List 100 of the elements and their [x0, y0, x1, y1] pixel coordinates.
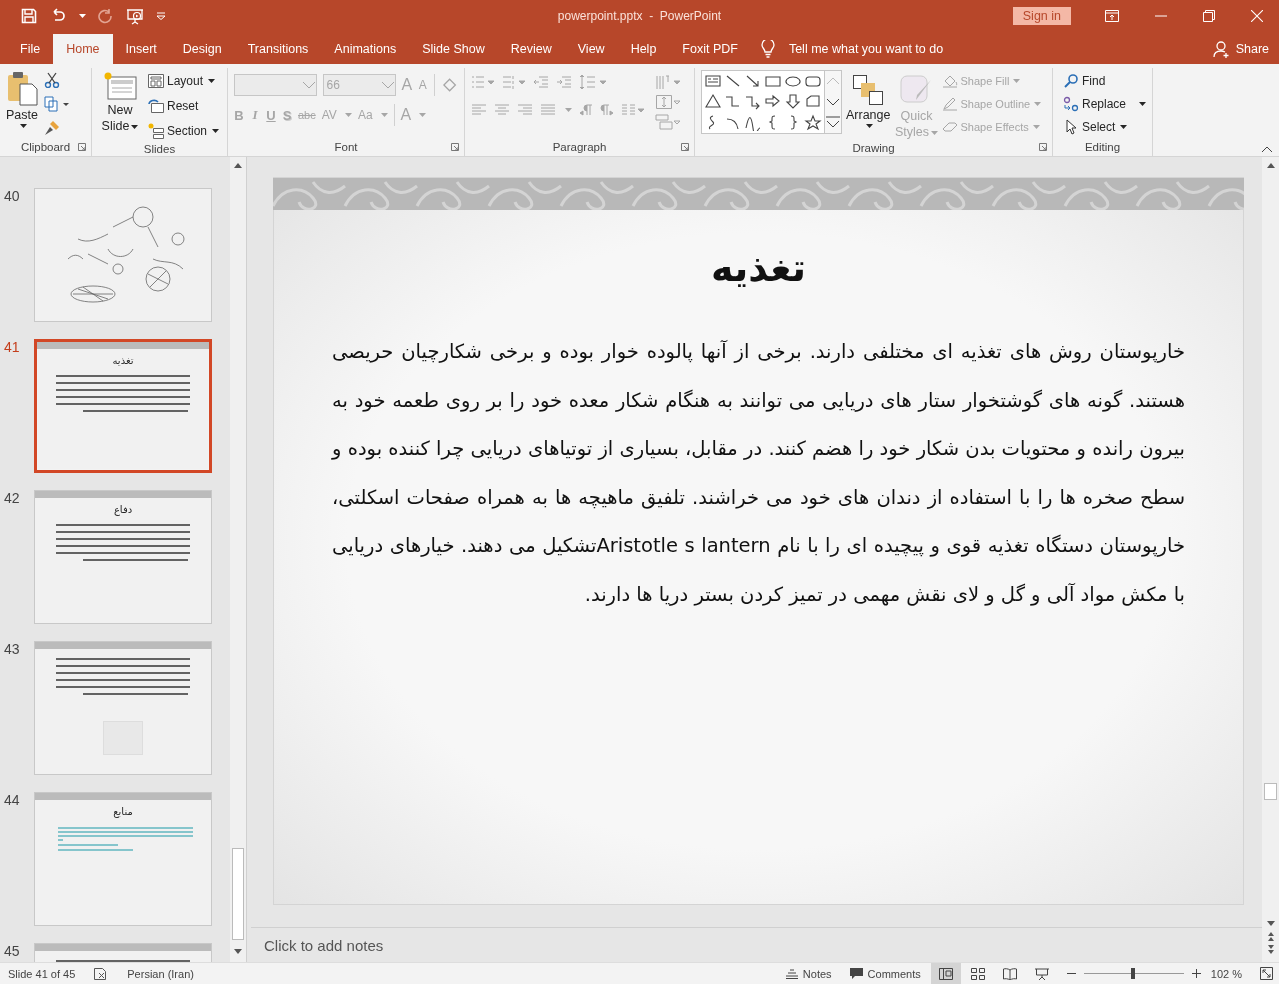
caret-icon: [865, 124, 873, 128]
ribbon-tab[interactable]: Transitions: [234, 34, 322, 64]
presentation-screen-icon[interactable]: [126, 7, 144, 25]
fit-to-window-icon[interactable]: [1260, 967, 1273, 980]
paint-bucket-icon: [942, 73, 959, 88]
ribbon-tab[interactable]: Help: [617, 34, 670, 64]
caret-icon: [1013, 78, 1021, 83]
copy-icon[interactable]: [44, 96, 70, 112]
clipboard-icon: [6, 70, 38, 106]
save-icon[interactable]: [21, 8, 37, 24]
ribbon-tab[interactable]: Insert: [112, 34, 170, 64]
caret-icon: [131, 124, 139, 129]
caret-icon: [931, 130, 938, 135]
scroll-down-icon[interactable]: [232, 946, 244, 956]
slide-title[interactable]: تغذیه: [711, 246, 806, 290]
slide-thumbnail[interactable]: تغذیه: [34, 339, 212, 473]
zoom-level[interactable]: 102 %: [1210, 967, 1242, 980]
arrow-line-icon[interactable]: [744, 73, 762, 90]
layout-button[interactable]: Layout: [148, 70, 220, 91]
more-icon[interactable]: [825, 115, 841, 130]
elbow-arrow-icon[interactable]: [744, 93, 762, 111]
slide-thumbnail[interactable]: [34, 641, 212, 775]
caret-icon: [344, 113, 352, 117]
scissors-icon[interactable]: [44, 72, 60, 88]
close-icon[interactable]: [1251, 10, 1263, 22]
lightbulb-icon: [760, 40, 775, 58]
dialog-launcher-icon[interactable]: [78, 143, 86, 151]
normal-view-button[interactable]: [930, 963, 961, 984]
normal-view-icon: [938, 967, 953, 980]
section-button[interactable]: Section: [148, 120, 220, 141]
group-label: Drawing: [852, 142, 895, 154]
ribbon-tab[interactable]: Home: [53, 34, 113, 64]
ribbon-display-options-icon[interactable]: [1105, 10, 1119, 22]
slide-thumbnail[interactable]: [34, 188, 212, 322]
dialog-launcher-icon[interactable]: [451, 143, 459, 151]
notes-lines-icon: [785, 968, 798, 979]
restore-icon[interactable]: [1203, 10, 1215, 22]
scroll-down-icon[interactable]: [1264, 918, 1277, 928]
paste-button[interactable]: Paste: [6, 70, 38, 137]
select-button[interactable]: Select: [1063, 116, 1146, 137]
caret-icon: [565, 108, 572, 112]
ribbon-tab[interactable]: Animations: [321, 34, 410, 64]
down-arrow-icon[interactable]: [784, 93, 802, 111]
arrange-shapes-icon: [852, 74, 885, 106]
share-button[interactable]: Share: [1212, 34, 1279, 64]
customize-caret-icon[interactable]: [156, 12, 166, 20]
person-add-icon: [1212, 40, 1231, 58]
slide-thumbnail[interactable]: دفاع: [34, 490, 212, 624]
redo-icon[interactable]: [98, 8, 114, 24]
caret-icon: [380, 113, 388, 117]
group-label: Paragraph: [552, 140, 607, 153]
comments-button[interactable]: Comments: [849, 967, 921, 980]
new-slide-icon: [102, 70, 138, 100]
scroll-up-icon[interactable]: [1264, 161, 1277, 171]
scroll-up-icon[interactable]: [232, 161, 244, 171]
language-indicator[interactable]: Persian (Iran): [127, 967, 194, 980]
sign-in-button[interactable]: Sign in: [1012, 7, 1071, 25]
layout-icon: [148, 73, 164, 88]
speech-bubble-icon: [849, 967, 863, 980]
scrollbar-thumb[interactable]: [232, 848, 244, 940]
find-button[interactable]: Find: [1063, 70, 1146, 91]
triangle-icon[interactable]: [704, 93, 722, 111]
zoom-slider[interactable]: [1083, 968, 1184, 979]
notes-button[interactable]: Notes: [785, 967, 832, 980]
shapes-gallery[interactable]: [701, 70, 842, 134]
slide-thumbnail-title: تغذیه: [112, 355, 134, 366]
reset-button[interactable]: Reset: [148, 95, 220, 116]
star-icon[interactable]: [804, 113, 822, 131]
dialog-launcher-icon[interactable]: [681, 143, 689, 151]
group-label: Font: [334, 140, 358, 153]
replace-button[interactable]: Replace: [1063, 93, 1146, 114]
caret-icon: [208, 78, 216, 83]
ribbon-tab[interactable]: Foxit PDF: [669, 34, 751, 64]
group-label: Editing: [1084, 140, 1121, 153]
ribbon-tab[interactable]: View: [564, 34, 618, 64]
caret-icon: [212, 128, 220, 133]
paintbrush-icon[interactable]: [44, 120, 60, 136]
slide-body-text[interactable]: خارپوستان روش های تغذیه ای مختلفی دارند. برخی از آنها پالوده خوار بوده و برخی شکارچیان حریصی هستند. گونه های گوشتخوار ستار های دریایی می توانند به هنگام شکار معده خود را بر روی طعمه خود به بیرون رانده و محتویات بدن شکار خود را هضم کنند. در مقابل، بسیاری از توتیاهای دریایی چرا کننده بوده و سطح صخره ها را با استفاده از دندان های خود می خراشند. تلفیق ماهیچه ها به همراه صفحات اسکلتی، خارپوستان دستگاه تغذیه قوی و پیچیده ای را با نام Aristotle s lanternتشکیل می دهند. خیارهای دریایی با مکش مواد آلی و گل و لای نقش مهمی در تمیز کردن بستر دریا ها دارند.: [332, 328, 1185, 619]
cursor-icon: [1063, 118, 1079, 135]
arrange-button[interactable]: Arrange: [846, 70, 891, 140]
zoom-in-icon[interactable]: [1191, 969, 1201, 978]
ribbon-tab[interactable]: Review: [497, 34, 565, 64]
window-title: powerpoint.pptx - PowerPoint: [557, 9, 722, 23]
tell-me-search-field[interactable]: Tell me what you want to do: [786, 41, 981, 57]
group-label: Slides: [143, 142, 176, 155]
ribbon-tab[interactable]: Design: [169, 34, 235, 64]
ribbon-tab[interactable]: Slide Show: [409, 34, 498, 64]
caret-icon: [19, 124, 27, 128]
notes-field[interactable]: Click to add notes: [262, 935, 566, 955]
slide-thumbnail[interactable]: منابع: [34, 792, 212, 926]
caret-icon: [1139, 101, 1146, 106]
ribbon-tab[interactable]: File: [7, 34, 54, 64]
chevron-down-icon: [301, 81, 316, 89]
caret-icon: [1034, 101, 1042, 106]
caret-icon[interactable]: [79, 14, 86, 18]
new-slide-button[interactable]: New Slide: [98, 70, 142, 141]
collapse-ribbon-icon[interactable]: [1261, 146, 1273, 153]
section-icon: [148, 122, 164, 139]
dialog-launcher-icon[interactable]: [1039, 143, 1047, 151]
scrollbar-thumb[interactable]: [1264, 783, 1277, 800]
